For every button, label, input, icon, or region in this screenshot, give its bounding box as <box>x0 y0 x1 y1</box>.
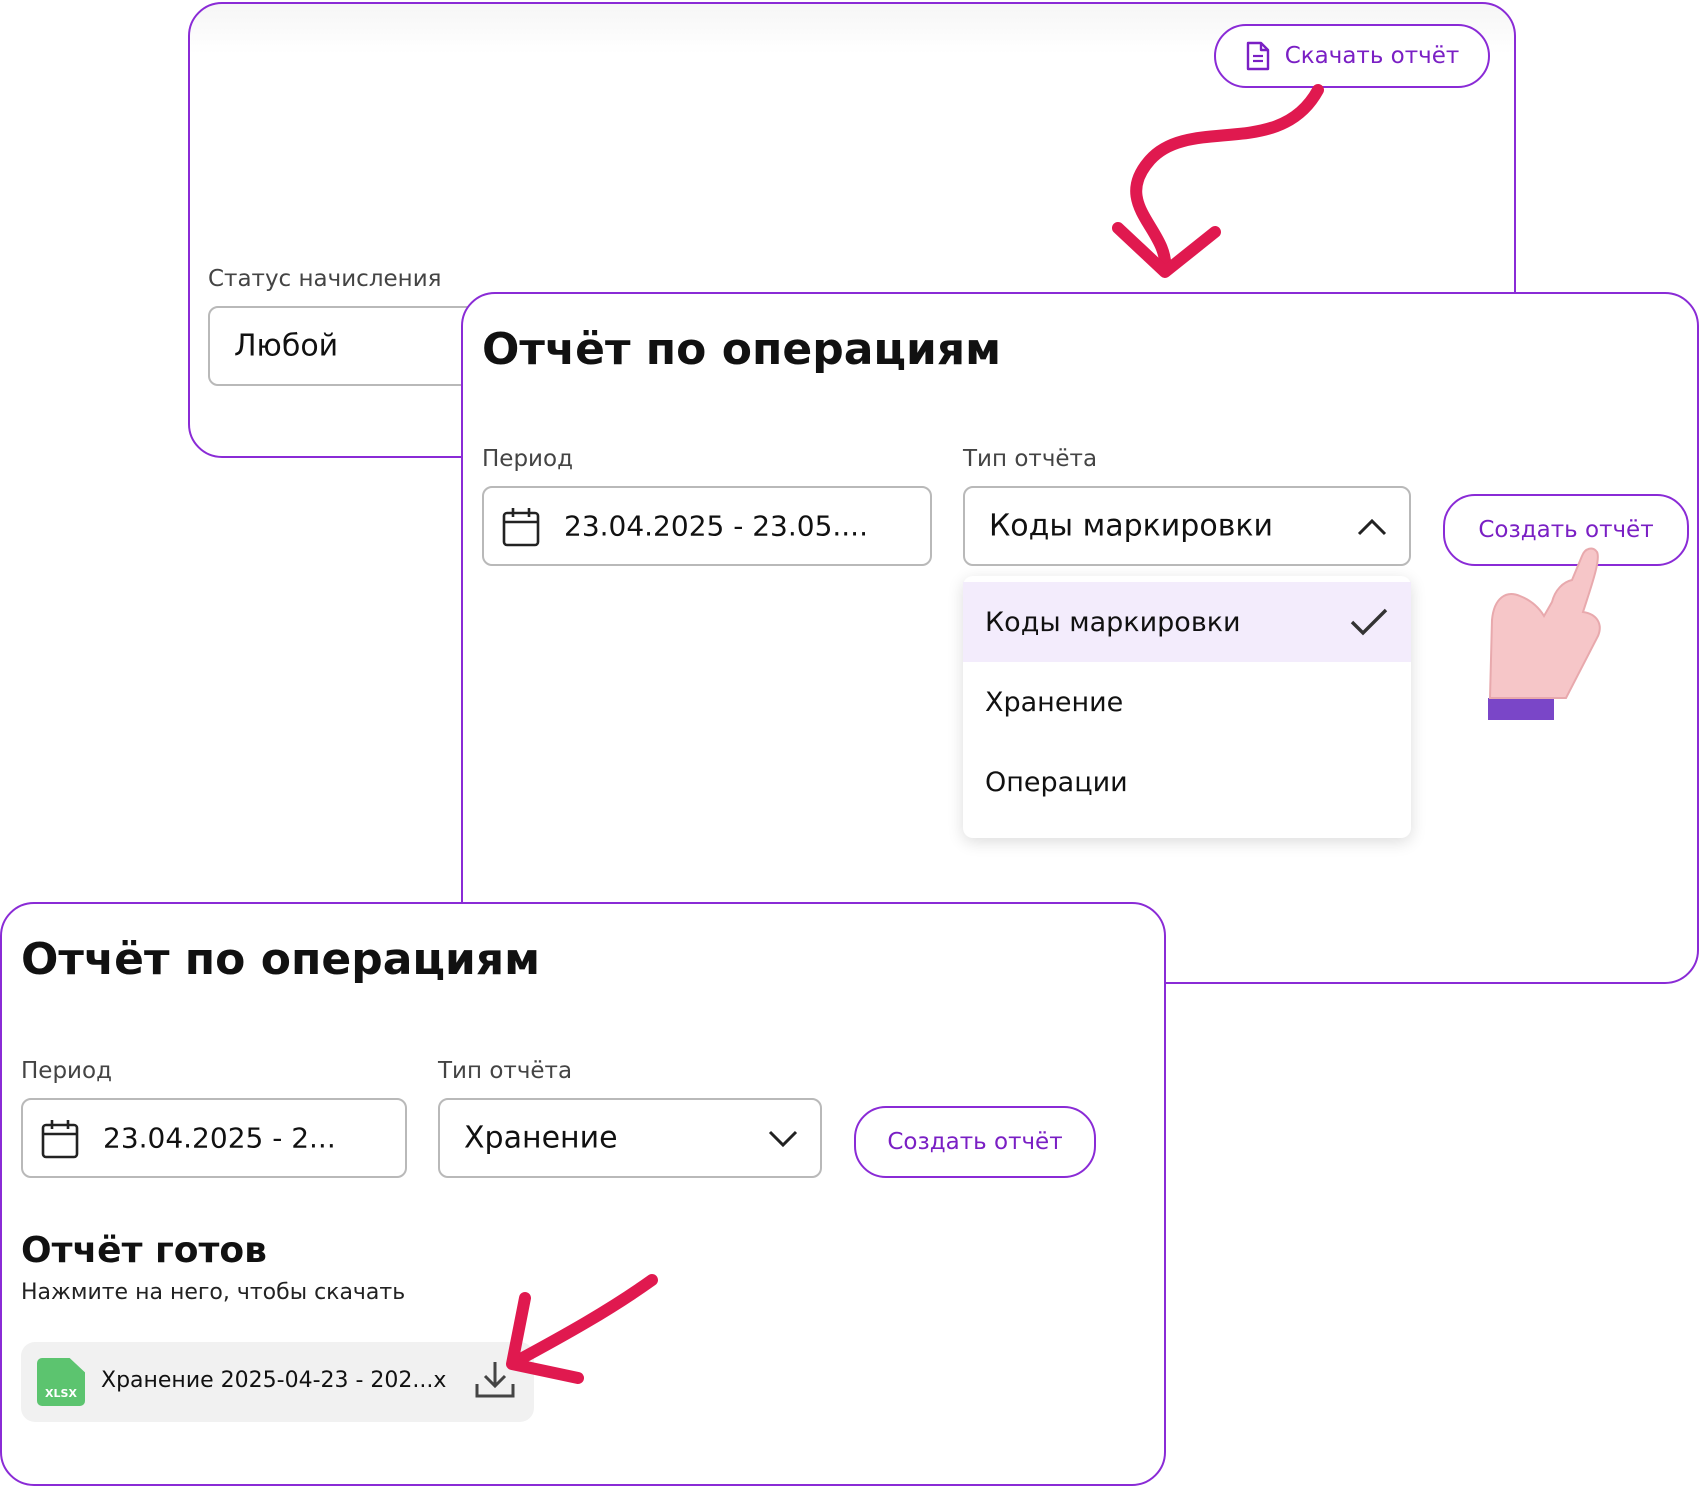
pointing-hand-icon <box>1488 547 1601 720</box>
curved-arrow-icon <box>1112 84 1324 278</box>
annotation-overlay <box>506 84 1601 1384</box>
curved-arrow-icon <box>506 1274 658 1384</box>
